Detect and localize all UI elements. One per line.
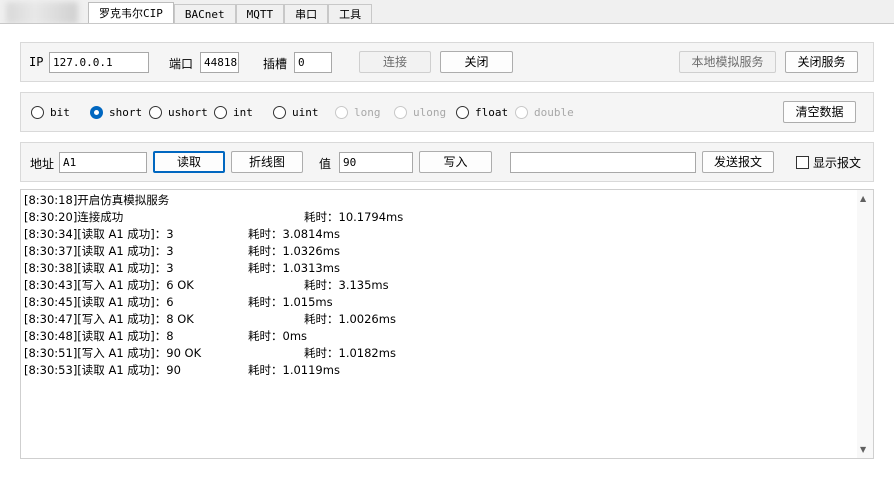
port-input[interactable]: 44818 bbox=[200, 52, 239, 73]
radio-button-icon bbox=[456, 106, 469, 119]
log-line-cost: 耗时：1.0313ms bbox=[248, 261, 340, 275]
radio-long[interactable]: long bbox=[335, 106, 381, 119]
log-line: [8:30:20]连接成功 耗时：10.1794ms bbox=[24, 209, 403, 226]
radio-int[interactable]: int bbox=[214, 106, 253, 119]
log-line-text: [8:30:43][写入 A1 成功]：6 OK bbox=[24, 278, 194, 292]
radio-button-icon bbox=[273, 106, 286, 119]
log-line-text: [8:30:20]连接成功 bbox=[24, 210, 124, 224]
log-line-cost: 耗时：1.015ms bbox=[248, 295, 333, 309]
log-line-text: [8:30:48][读取 A1 成功]：8 bbox=[24, 329, 174, 343]
log-line: [8:30:53][读取 A1 成功]：90 耗时：1.0119ms bbox=[24, 362, 340, 379]
radio-ushort-label: ushort bbox=[168, 106, 208, 119]
radio-double-label: double bbox=[534, 106, 574, 119]
log-line-text: [8:30:47][写入 A1 成功]：8 OK bbox=[24, 312, 194, 326]
line-chart-button[interactable]: 折线图 bbox=[231, 151, 303, 173]
log-line: [8:30:51][写入 A1 成功]：90 OK 耗时：1.0182ms bbox=[24, 345, 396, 362]
radio-button-icon bbox=[335, 106, 348, 119]
log-line: [8:30:45][读取 A1 成功]：6 耗时：1.015ms bbox=[24, 294, 333, 311]
radio-button-icon bbox=[515, 106, 528, 119]
address-label: 地址 bbox=[30, 157, 55, 171]
address-input[interactable]: A1 bbox=[59, 152, 147, 173]
radio-button-icon bbox=[214, 106, 227, 119]
log-lines: [8:30:18]开启仿真模拟服务 [8:30:20]连接成功 耗时：10.1794… bbox=[24, 192, 403, 379]
vertical-scrollbar[interactable]: ▲ ▼ bbox=[857, 190, 873, 458]
show-message-label: 显示报文 bbox=[813, 156, 862, 170]
tab-bacnet[interactable]: BACnet bbox=[173, 4, 236, 24]
log-line-cost: 耗时：1.0026ms bbox=[304, 312, 396, 326]
app-logo-blurred bbox=[6, 2, 78, 24]
connection-panel: IP 127.0.0.1 端口 44818 插槽 0 连接 关闭 本地模拟服务 … bbox=[20, 42, 874, 82]
log-line-text: [8:30:53][读取 A1 成功]：90 bbox=[24, 363, 181, 377]
tab-serial[interactable]: 串口 bbox=[284, 4, 329, 24]
log-line-text: [8:30:38][读取 A1 成功]：3 bbox=[24, 261, 174, 275]
radio-button-icon bbox=[149, 106, 162, 119]
tab-bar: 罗克韦尔CIP BACnet MQTT 串口 工具 bbox=[88, 2, 373, 24]
close-service-button[interactable]: 关闭服务 bbox=[785, 51, 858, 73]
radio-uint[interactable]: uint bbox=[273, 106, 319, 119]
log-line-cost: 耗时：1.0119ms bbox=[248, 363, 340, 377]
radio-short[interactable]: short bbox=[90, 106, 142, 119]
radio-int-label: int bbox=[233, 106, 253, 119]
log-line-text: [8:30:34][读取 A1 成功]：3 bbox=[24, 227, 174, 241]
data-type-panel: bit short ushort int uint long ulong flo… bbox=[20, 92, 874, 132]
value-input[interactable]: 90 bbox=[339, 152, 413, 173]
slot-input[interactable]: 0 bbox=[294, 52, 332, 73]
log-line-cost: 耗时：3.135ms bbox=[304, 278, 389, 292]
radio-uint-label: uint bbox=[292, 106, 319, 119]
tab-mqtt[interactable]: MQTT bbox=[235, 4, 285, 24]
log-line-text: [8:30:18]开启仿真模拟服务 bbox=[24, 193, 170, 207]
checkbox-icon bbox=[796, 156, 809, 169]
show-message-checkbox[interactable]: 显示报文 bbox=[796, 154, 861, 171]
radio-double[interactable]: double bbox=[515, 106, 574, 119]
log-line: [8:30:37][读取 A1 成功]：3 耗时：1.0326ms bbox=[24, 243, 340, 260]
log-line-cost: 耗时：0ms bbox=[248, 329, 308, 343]
write-button[interactable]: 写入 bbox=[419, 151, 492, 173]
radio-ushort[interactable]: ushort bbox=[149, 106, 208, 119]
log-line-cost: 耗时：10.1794ms bbox=[304, 210, 404, 224]
main-page: IP 127.0.0.1 端口 44818 插槽 0 连接 关闭 本地模拟服务 … bbox=[0, 23, 894, 480]
send-message-button[interactable]: 发送报文 bbox=[702, 151, 774, 173]
radio-bit[interactable]: bit bbox=[31, 106, 70, 119]
radio-float-label: float bbox=[475, 106, 509, 119]
value-label: 值 bbox=[319, 157, 332, 171]
log-line-text: [8:30:45][读取 A1 成功]：6 bbox=[24, 295, 174, 309]
log-line: [8:30:18]开启仿真模拟服务 bbox=[24, 192, 201, 209]
connect-button[interactable]: 连接 bbox=[359, 51, 431, 73]
clear-data-button[interactable]: 清空数据 bbox=[783, 101, 856, 123]
radio-button-icon bbox=[394, 106, 407, 119]
log-line: [8:30:47][写入 A1 成功]：8 OK 耗时：1.0026ms bbox=[24, 311, 396, 328]
log-line: [8:30:34][读取 A1 成功]：3 耗时：3.0814ms bbox=[24, 226, 340, 243]
radio-bit-label: bit bbox=[50, 106, 70, 119]
ip-input[interactable]: 127.0.0.1 bbox=[49, 52, 149, 73]
port-label: 端口 bbox=[169, 57, 194, 71]
log-line-cost: 耗时：1.0326ms bbox=[248, 244, 340, 258]
log-line: [8:30:48][读取 A1 成功]：8 耗时：0ms bbox=[24, 328, 307, 345]
read-write-panel: 地址 A1 读取 折线图 值 90 写入 发送报文 显示报文 bbox=[20, 142, 874, 182]
radio-button-icon bbox=[90, 106, 103, 119]
radio-ulong-label: ulong bbox=[413, 106, 447, 119]
log-line: [8:30:38][读取 A1 成功]：3 耗时：1.0313ms bbox=[24, 260, 340, 277]
scroll-up-arrow-icon[interactable]: ▲ bbox=[860, 194, 866, 203]
radio-long-label: long bbox=[354, 106, 381, 119]
local-sim-service-button[interactable]: 本地模拟服务 bbox=[679, 51, 776, 73]
radio-short-label: short bbox=[109, 106, 143, 119]
log-textbox[interactable]: [8:30:18]开启仿真模拟服务 [8:30:20]连接成功 耗时：10.1794… bbox=[20, 189, 874, 459]
log-line-text: [8:30:37][读取 A1 成功]：3 bbox=[24, 244, 174, 258]
message-input[interactable] bbox=[510, 152, 696, 173]
slot-label: 插槽 bbox=[263, 57, 288, 71]
log-line-cost: 耗时：1.0182ms bbox=[304, 346, 396, 360]
tab-tools[interactable]: 工具 bbox=[328, 4, 373, 24]
log-line-cost: 耗时：3.0814ms bbox=[248, 227, 340, 241]
close-button[interactable]: 关闭 bbox=[440, 51, 513, 73]
radio-button-icon bbox=[31, 106, 44, 119]
log-line-text: [8:30:51][写入 A1 成功]：90 OK bbox=[24, 346, 202, 360]
ip-label: IP bbox=[29, 55, 44, 69]
log-line: [8:30:43][写入 A1 成功]：6 OK 耗时：3.135ms bbox=[24, 277, 389, 294]
read-button[interactable]: 读取 bbox=[153, 151, 225, 173]
radio-float[interactable]: float bbox=[456, 106, 508, 119]
scroll-down-arrow-icon[interactable]: ▼ bbox=[860, 445, 866, 454]
radio-ulong[interactable]: ulong bbox=[394, 106, 446, 119]
tab-rockwell-cip[interactable]: 罗克韦尔CIP bbox=[88, 2, 174, 24]
